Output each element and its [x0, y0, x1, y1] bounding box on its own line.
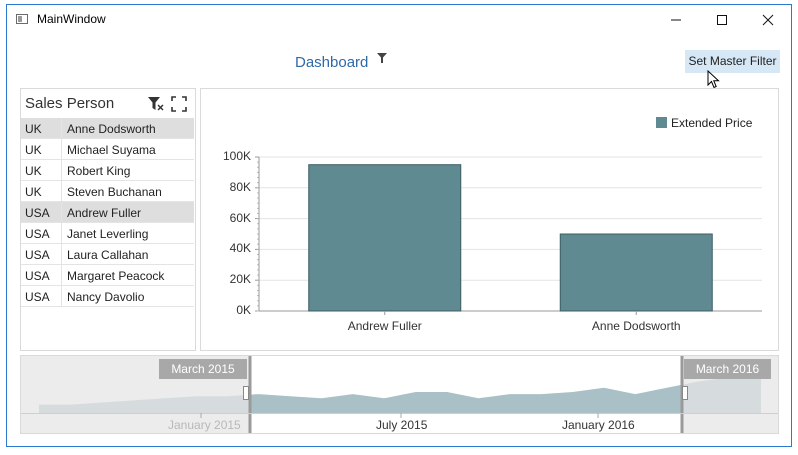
y-tick-label: 20K [229, 272, 251, 287]
sales-person-title: Sales Person [25, 95, 115, 112]
name-cell: Laura Callahan [67, 248, 149, 262]
country-cell: UK [25, 164, 42, 178]
name-cell: Andrew Fuller [67, 206, 142, 220]
y-tick-label: 40K [229, 241, 251, 256]
close-icon [762, 14, 774, 26]
name-cell: Margaret Peacock [67, 269, 165, 283]
sales-person-panel: Sales Person UK Anne Dodsworth UK Michael S… [20, 88, 196, 351]
main-window: MainWindow Dashboard Set Master Filter S… [6, 4, 792, 447]
country-cell: USA [25, 206, 50, 220]
name-cell: Robert King [67, 164, 131, 178]
clear-filter-icon[interactable] [147, 96, 165, 112]
mouse-cursor-icon [707, 70, 720, 89]
country-cell: UK [25, 122, 42, 136]
axis-label-july-2015: July 2015 [376, 418, 428, 432]
maximize-icon [717, 15, 727, 25]
table-row[interactable]: USA Laura Callahan [21, 244, 194, 265]
name-cell: Steven Buchanan [67, 185, 162, 199]
name-cell: Anne Dodsworth [67, 122, 156, 136]
table-row[interactable]: USA Andrew Fuller [21, 202, 194, 223]
country-cell: UK [25, 185, 42, 199]
axis-label-january-2016: January 2016 [562, 418, 635, 432]
country-cell: USA [25, 290, 50, 304]
column-separator [61, 286, 62, 307]
name-cell: Janet Leverling [67, 227, 149, 241]
y-tick-label: 60K [229, 210, 251, 225]
close-button[interactable] [745, 5, 791, 35]
country-cell: USA [25, 227, 50, 241]
column-separator [61, 202, 62, 223]
column-separator [61, 223, 62, 244]
x-category-label: Andrew Fuller [347, 319, 422, 333]
table-row[interactable]: UK Robert King [21, 160, 194, 181]
name-cell: Nancy Davolio [67, 290, 145, 304]
column-separator [61, 139, 62, 160]
bar[interactable] [308, 164, 462, 312]
range-filter[interactable]: March 2015 March 2016 January 2015 July … [20, 355, 779, 434]
country-cell: USA [25, 248, 50, 262]
bar[interactable] [559, 233, 713, 312]
table-row[interactable]: USA Nancy Davolio [21, 286, 194, 307]
dashboard-title: Dashboard [295, 54, 369, 71]
range-start-handle[interactable] [243, 386, 249, 400]
title-bar[interactable]: MainWindow [7, 5, 791, 35]
y-tick-label: 80K [229, 179, 251, 194]
country-cell: USA [25, 269, 50, 283]
window-title: MainWindow [37, 12, 106, 26]
column-separator [61, 244, 62, 265]
table-row[interactable]: USA Margaret Peacock [21, 265, 194, 286]
y-tick-label: 100K [222, 149, 251, 163]
chart-panel: Extended Price 0K 20K 40K 60K 80K 100K Andrew… [200, 88, 779, 351]
filter-icon [377, 53, 387, 63]
column-separator [61, 118, 62, 139]
minimize-icon [671, 19, 681, 21]
table-row[interactable]: UK Michael Suyama [21, 139, 194, 160]
x-category-label: Anne Dodsworth [591, 319, 681, 333]
column-separator [61, 265, 62, 286]
y-tick-label: 0K [236, 303, 251, 317]
column-separator [61, 160, 62, 181]
range-start-label: March 2015 [159, 359, 247, 379]
range-end-handle[interactable] [682, 386, 688, 400]
maximize-button[interactable] [699, 5, 745, 35]
minimize-button[interactable] [653, 5, 699, 35]
name-cell: Michael Suyama [67, 143, 156, 157]
range-end-label: March 2016 [684, 359, 771, 379]
table-row[interactable]: UK Anne Dodsworth [21, 118, 194, 139]
fullscreen-icon[interactable] [171, 96, 187, 112]
table-row[interactable]: UK Steven Buchanan [21, 181, 194, 202]
table-row[interactable]: USA Janet Leverling [21, 223, 194, 244]
country-cell: UK [25, 143, 42, 157]
column-separator [61, 181, 62, 202]
bar-chart [255, 156, 762, 315]
set-master-filter-button[interactable]: Set Master Filter [685, 50, 780, 73]
axis-label-january-2015: January 2015 [168, 418, 241, 432]
app-icon [16, 14, 28, 24]
